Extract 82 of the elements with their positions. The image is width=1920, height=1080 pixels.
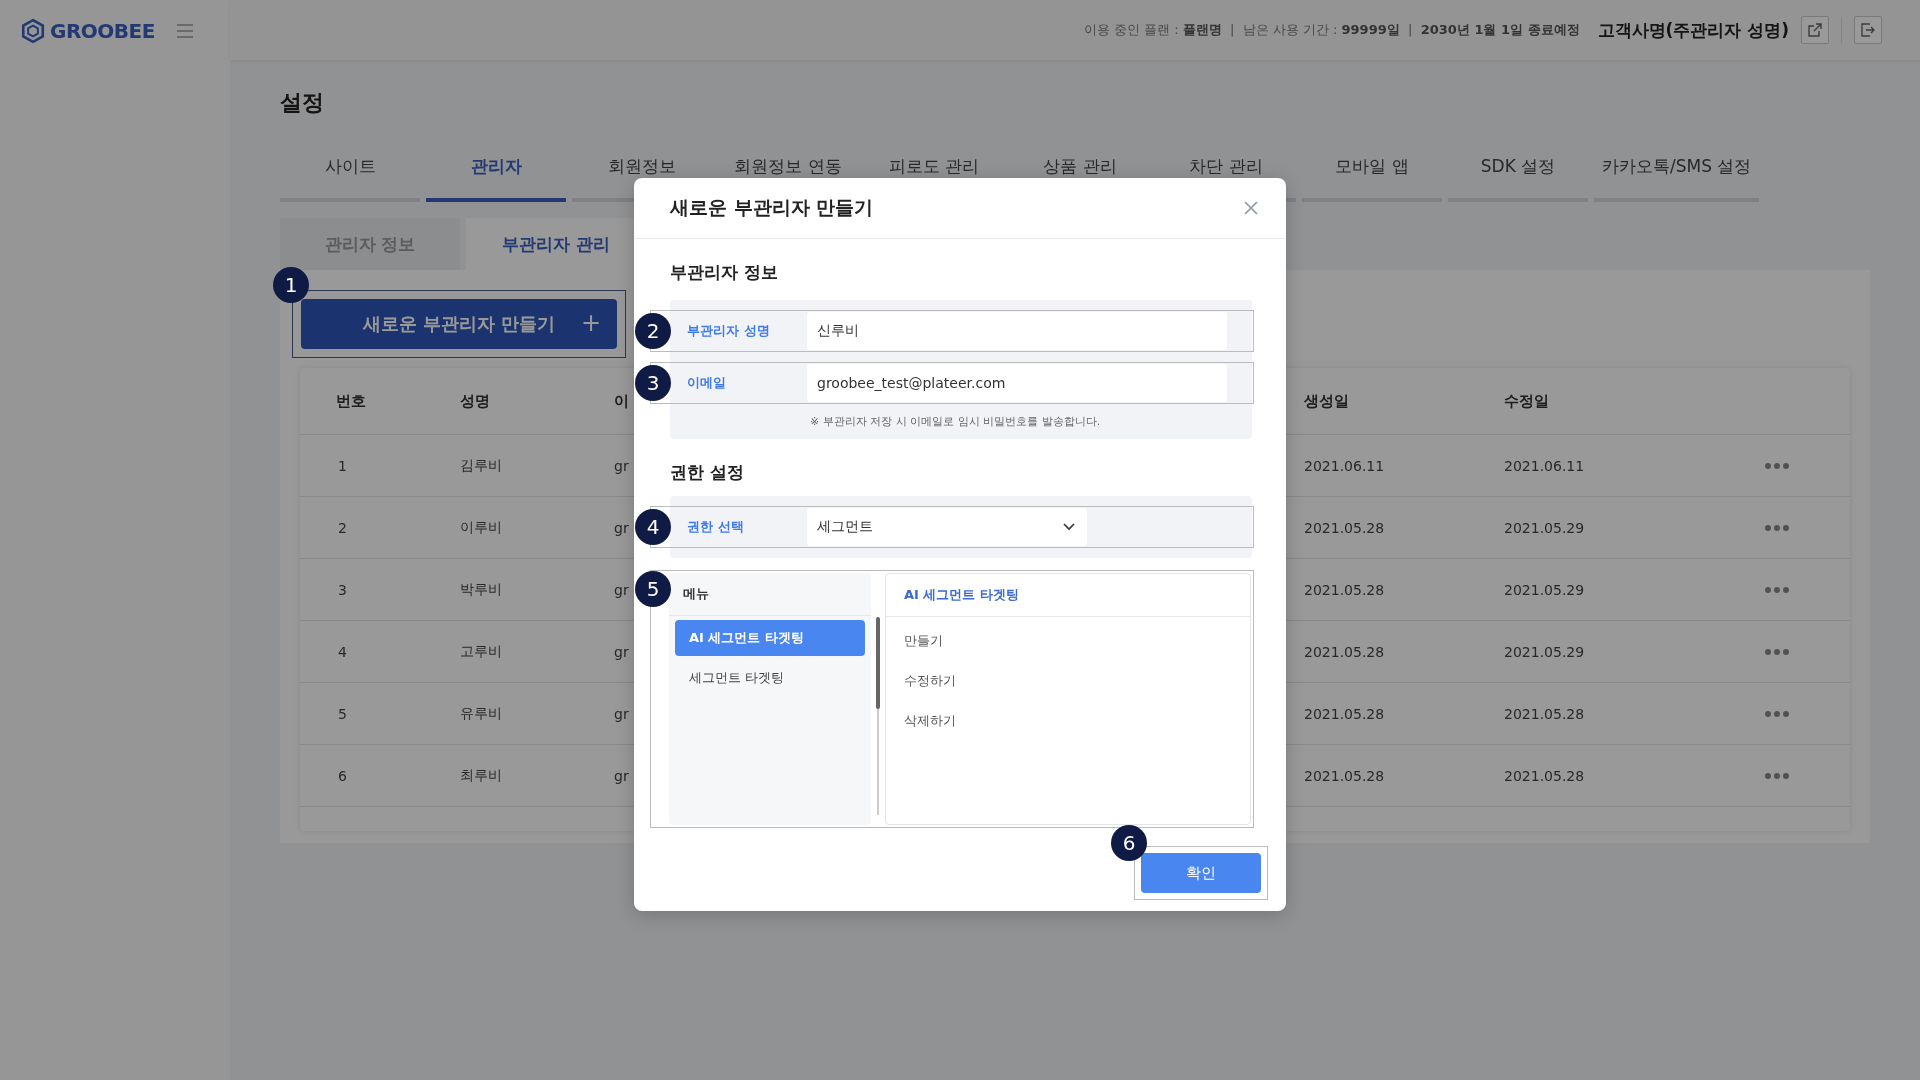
table-cell: 박루비 <box>460 580 502 597</box>
input-field[interactable]: 신루비 <box>807 312 1227 350</box>
confirm-button[interactable]: 확인 <box>1141 853 1261 893</box>
table-cell: 2021.05.28 <box>1304 705 1385 722</box>
table-cell: 5 <box>338 705 347 722</box>
table-cell: 6 <box>338 767 347 784</box>
notice-text: ※ 부관리자 저장 시 이메일로 임시 비밀번호를 발송합니다. <box>810 414 1102 429</box>
table-cell: 2021.05.28 <box>1304 581 1385 598</box>
input-field[interactable]: groobee_test@plateer.com <box>807 364 1227 402</box>
account-name: 고객사명(주관리자 성명) <box>1597 18 1789 42</box>
step-marker: 4 <box>635 509 671 545</box>
table-cell: 2021.05.29 <box>1504 643 1585 660</box>
table-cell: 고루비 <box>460 642 502 659</box>
menu-icon[interactable] <box>176 24 193 38</box>
settings-tab[interactable]: 카카오톡/SMS 설정 <box>1594 148 1760 202</box>
external-link-icon[interactable] <box>1801 16 1829 44</box>
table-cell: 유루비 <box>460 704 502 721</box>
close-icon[interactable] <box>1244 201 1258 215</box>
column-header: 생성일 <box>1303 391 1350 411</box>
table-cell: 2021.05.28 <box>1504 767 1585 784</box>
logo-wordmark: GROOBEE <box>50 19 155 43</box>
more-icon[interactable] <box>1764 523 1790 532</box>
table-cell: 2021.05.28 <box>1304 643 1385 660</box>
table-cell: 최루비 <box>460 766 502 783</box>
table-cell: 2021.05.28 <box>1504 705 1585 722</box>
logout-icon[interactable] <box>1854 16 1882 44</box>
column-header: 번호 <box>335 391 367 411</box>
table-cell: 이루비 <box>460 518 502 535</box>
table-cell: 2021.06.11 <box>1304 457 1385 474</box>
more-icon[interactable] <box>1764 709 1790 718</box>
step-marker: 6 <box>1111 825 1147 861</box>
table-cell: 2021.05.29 <box>1504 519 1585 536</box>
table-cell: 2021.05.28 <box>1304 519 1385 536</box>
table-cell: gr <box>614 705 629 722</box>
table-cell: 2 <box>338 519 347 536</box>
step-marker: 2 <box>635 313 671 349</box>
table-cell: 3 <box>338 581 347 598</box>
permission-dropdown[interactable]: 세그먼트 <box>807 508 1087 546</box>
table-cell: gr <box>614 643 629 660</box>
menu-heading: 메뉴 <box>669 573 871 616</box>
table-cell: 2021.05.29 <box>1504 581 1585 598</box>
step-marker: 5 <box>635 571 671 607</box>
section-title: 권한 설정 <box>670 461 745 484</box>
table-cell: 1 <box>338 457 347 474</box>
create-subadmin-button[interactable]: 새로운 부관리자 만들기 + <box>301 299 617 349</box>
hexagon-logo-icon <box>20 18 46 44</box>
more-icon[interactable] <box>1764 585 1790 594</box>
field-label: 부관리자 성명 <box>687 322 771 340</box>
field-label: 권한 선택 <box>687 518 745 536</box>
settings-tab[interactable]: 모바일 앱 <box>1302 148 1442 202</box>
plus-icon: + <box>580 309 601 337</box>
settings-tab[interactable]: 사이트 <box>280 148 420 202</box>
step-marker: 3 <box>635 365 671 401</box>
permission-item: 만들기 <box>903 632 944 650</box>
table-cell: 김루비 <box>460 456 502 473</box>
more-icon[interactable] <box>1764 461 1790 470</box>
chevron-down-icon <box>1063 523 1075 531</box>
field-label: 이메일 <box>687 374 727 392</box>
table-cell: gr <box>614 457 629 474</box>
table-cell: 2021.06.11 <box>1504 457 1585 474</box>
menu-item[interactable]: AI 세그먼트 타겟팅 <box>675 620 865 656</box>
table-cell: gr <box>614 581 629 598</box>
table-cell: gr <box>614 767 629 784</box>
more-icon[interactable] <box>1764 647 1790 656</box>
permission-item: 수정하기 <box>903 672 957 690</box>
plan-info: 이용 중인 플랜 : 플랜명 | 남은 사용 기간 : 99999일 | 2030년 1월 1일 종료예정 <box>1083 21 1580 39</box>
column-header: 수정일 <box>1503 391 1550 411</box>
column-header: 이 <box>614 391 630 411</box>
column-header: 성명 <box>460 391 491 411</box>
table-cell: gr <box>614 519 629 536</box>
page-title: 설정 <box>280 89 325 117</box>
table-cell: 4 <box>338 643 347 660</box>
step-marker: 1 <box>273 267 309 303</box>
section-title: 부관리자 정보 <box>670 261 779 284</box>
panel-heading: AI 세그먼트 타겟팅 <box>886 574 1250 617</box>
table-cell: 2021.05.28 <box>1304 767 1385 784</box>
scrollbar[interactable] <box>877 617 879 815</box>
menu-item[interactable]: 세그먼트 타겟팅 <box>675 660 865 696</box>
more-icon[interactable] <box>1764 771 1790 780</box>
settings-tab[interactable]: SDK 설정 <box>1448 148 1588 202</box>
settings-tab[interactable]: 관리자 <box>426 148 566 202</box>
permission-item: 삭제하기 <box>903 712 957 730</box>
